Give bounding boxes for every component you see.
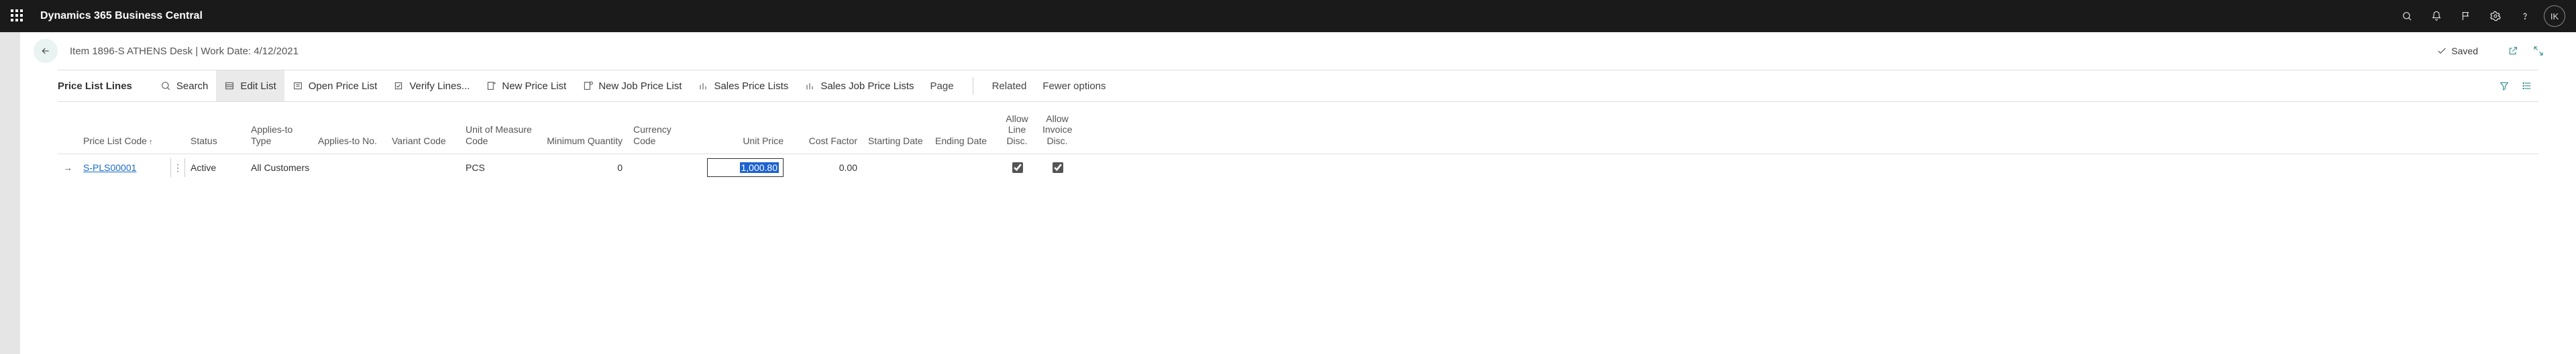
cell-status[interactable]: Active (185, 160, 246, 176)
user-avatar[interactable]: IK (2544, 5, 2565, 27)
app-title: Dynamics 365 Business Central (40, 10, 203, 22)
grid-header: Price List Code↑ Status Applies-to Type … (58, 118, 2538, 154)
command-bar: Price List Lines Search Edit List Open P… (58, 70, 2538, 102)
notifications-icon[interactable] (2422, 0, 2451, 32)
saved-indicator: Saved (2436, 46, 2478, 56)
edit-list-label: Edit List (240, 80, 276, 92)
sort-ascending-icon: ↑ (149, 138, 153, 146)
cell-variant[interactable] (386, 165, 460, 170)
search-button[interactable]: Search (152, 70, 217, 101)
row-selector-icon[interactable]: → (58, 160, 78, 176)
cell-applies-type[interactable]: All Customers (246, 160, 313, 176)
col-price-list-code[interactable]: Price List Code↑ (78, 133, 165, 154)
filter-icon[interactable] (2493, 74, 2516, 97)
saved-label: Saved (2451, 46, 2478, 56)
col-currency[interactable]: Currency Code (628, 121, 702, 154)
new-job-price-list-button[interactable]: New Job Price List (574, 70, 690, 101)
page-surface: Item 1896-S ATHENS Desk | Work Date: 4/1… (20, 32, 2576, 354)
back-button[interactable] (34, 39, 58, 63)
col-min-qty[interactable]: Minimum Quantity (541, 133, 628, 154)
price-list-grid: Price List Code↑ Status Applies-to Type … (58, 118, 2538, 181)
cell-end-date[interactable] (930, 165, 997, 170)
sales-job-price-lists-label: Sales Job Price Lists (820, 80, 914, 92)
row-menu-icon[interactable]: ⋮ (170, 158, 185, 177)
left-gutter (0, 32, 20, 354)
col-status[interactable]: Status (185, 133, 246, 154)
sales-job-price-lists-button[interactable]: Sales Job Price Lists (796, 70, 922, 101)
fewer-options[interactable]: Fewer options (1034, 70, 1114, 101)
col-end-date[interactable]: Ending Date (930, 133, 997, 154)
page-menu[interactable]: Page (922, 70, 962, 101)
col-variant-code[interactable]: Variant Code (386, 133, 460, 154)
price-list-code-link[interactable]: S-PLS00001 (83, 162, 136, 173)
sales-price-lists-button[interactable]: Sales Price Lists (690, 70, 796, 101)
unit-price-input[interactable]: 1,000.80 (707, 158, 784, 177)
help-icon[interactable] (2510, 0, 2540, 32)
cell-uom[interactable]: PCS (460, 160, 541, 176)
cell-start-date[interactable] (863, 165, 930, 170)
col-uom[interactable]: Unit of Measure Code (460, 121, 541, 154)
cell-currency[interactable] (628, 165, 702, 170)
unit-price-value: 1,000.80 (740, 162, 780, 173)
verify-lines-button[interactable]: Verify Lines... (385, 70, 478, 101)
col-unit-price[interactable]: Unit Price (702, 133, 789, 154)
edit-list-button[interactable]: Edit List (216, 70, 284, 101)
sales-price-lists-label: Sales Price Lists (714, 80, 788, 92)
settings-icon[interactable] (2481, 0, 2510, 32)
popout-icon[interactable] (2502, 40, 2524, 62)
page-header: Item 1896-S ATHENS Desk | Work Date: 4/1… (20, 32, 2576, 70)
col-applies-type[interactable]: Applies-to Type (246, 121, 313, 154)
col-allow-invoice-disc[interactable]: Allow Invoice Disc. (1037, 111, 1077, 154)
open-price-list-label: Open Price List (309, 80, 378, 92)
col-start-date[interactable]: Starting Date (863, 133, 930, 154)
new-price-list-button[interactable]: New Price List (478, 70, 574, 101)
col-allow-line-disc[interactable]: Allow Line Disc. (997, 111, 1037, 154)
verify-lines-label: Verify Lines... (409, 80, 470, 92)
allow-line-disc-checkbox[interactable] (1012, 162, 1023, 173)
new-job-price-list-label: New Job Price List (598, 80, 682, 92)
new-price-list-label: New Price List (502, 80, 566, 92)
app-launcher-icon[interactable] (11, 9, 24, 23)
search-label: Search (176, 80, 209, 92)
col-applies-no[interactable]: Applies-to No. (313, 133, 386, 154)
open-price-list-button[interactable]: Open Price List (284, 70, 386, 101)
search-icon[interactable] (2392, 0, 2422, 32)
col-cost-factor[interactable]: Cost Factor (789, 133, 863, 154)
cell-cost-factor[interactable]: 0.00 (789, 160, 863, 176)
app-bar: Dynamics 365 Business Central IK (0, 0, 2576, 32)
cell-applies-no[interactable] (313, 165, 386, 170)
flag-icon[interactable] (2451, 0, 2481, 32)
list-settings-icon[interactable] (2516, 74, 2538, 97)
table-row[interactable]: → S-PLS00001 ⋮ Active All Customers PCS … (58, 154, 2538, 181)
related-menu[interactable]: Related (984, 70, 1035, 101)
cell-min-qty[interactable]: 0 (541, 160, 628, 176)
page-title: Price List Lines (58, 80, 132, 92)
collapse-icon[interactable] (2528, 40, 2549, 62)
breadcrumb: Item 1896-S ATHENS Desk | Work Date: 4/1… (70, 46, 299, 57)
allow-invoice-disc-checkbox[interactable] (1053, 162, 1063, 173)
